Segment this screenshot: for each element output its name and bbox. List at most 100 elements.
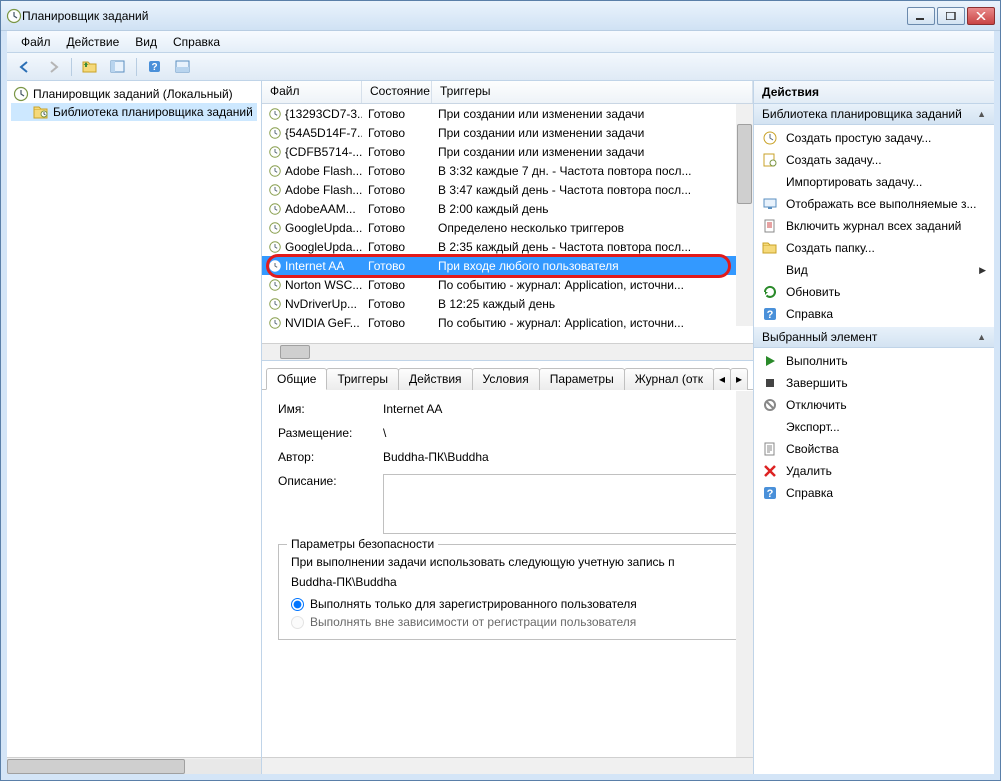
task-trigger: В 3:47 каждый день - Частота повтора пос… xyxy=(432,183,753,197)
menu-view[interactable]: Вид xyxy=(127,33,165,51)
clock-icon xyxy=(13,86,29,102)
tab-general[interactable]: Общие xyxy=(266,368,327,390)
detail-vscrollbar[interactable] xyxy=(736,391,753,757)
radio-logged-only[interactable] xyxy=(291,598,304,611)
task-row[interactable]: {CDFB5714-...ГотовоПри создании или изме… xyxy=(262,142,753,161)
task-state: Готово xyxy=(362,126,432,140)
action-disable[interactable]: Отключить xyxy=(754,394,994,416)
action-help[interactable]: ?Справка xyxy=(754,482,994,504)
action-label: Справка xyxy=(786,486,833,500)
security-text: При выполнении задачи использовать следу… xyxy=(291,555,724,569)
action-log[interactable]: Включить журнал всех заданий xyxy=(754,215,994,237)
task-name: GoogleUpda... xyxy=(285,240,362,254)
action-label: Отключить xyxy=(786,398,847,412)
tree-hscrollbar[interactable] xyxy=(7,757,261,774)
action-new[interactable]: Создать задачу... xyxy=(754,149,994,171)
run-icon xyxy=(762,353,778,369)
menu-file[interactable]: Файл xyxy=(13,33,59,51)
center-pane: Файл Состояние Триггеры {13293CD7-3...Го… xyxy=(262,81,754,774)
tab-conditions[interactable]: Условия xyxy=(472,368,540,390)
task-row[interactable]: NVIDIA GeF...ГотовоПо событию - журнал: … xyxy=(262,313,753,332)
task-name: NVIDIA GeF... xyxy=(285,316,360,330)
library-icon xyxy=(33,104,49,120)
column-file[interactable]: Файл xyxy=(262,81,362,103)
actions-group1-label: Библиотека планировщика заданий xyxy=(762,107,962,121)
tab-scroll-right[interactable]: ▸ xyxy=(730,368,748,390)
action-view[interactable]: Вид▶ xyxy=(754,259,994,281)
column-headers: Файл Состояние Триггеры xyxy=(262,81,753,104)
security-group-title: Параметры безопасности xyxy=(287,537,438,551)
action-run[interactable]: Выполнить xyxy=(754,350,994,372)
task-row[interactable]: Internet AAГотовоПри входе любого пользо… xyxy=(262,256,753,275)
list-hscrollbar[interactable] xyxy=(262,343,753,360)
actions-group2-header[interactable]: Выбранный элемент ▲ xyxy=(754,327,994,348)
tab-triggers[interactable]: Триггеры xyxy=(326,368,399,390)
task-state: Готово xyxy=(362,316,432,330)
tab-settings[interactable]: Параметры xyxy=(539,368,625,390)
tree-pane: Планировщик заданий (Локальный) Библиоте… xyxy=(7,81,262,774)
task-trigger: По событию - журнал: Application, источн… xyxy=(432,278,753,292)
tab-scroll-left[interactable]: ◂ xyxy=(713,368,731,390)
task-name: Internet AA xyxy=(285,259,344,273)
action-stop[interactable]: Завершить xyxy=(754,372,994,394)
task-state: Готово xyxy=(362,107,432,121)
action-label: Справка xyxy=(786,307,833,321)
task-row[interactable]: GoogleUpda...ГотовоОпределено несколько … xyxy=(262,218,753,237)
action-label: Импортировать задачу... xyxy=(786,175,922,189)
task-row[interactable]: NvDriverUp...ГотовоВ 12:25 каждый день xyxy=(262,294,753,313)
tab-actions[interactable]: Действия xyxy=(398,368,473,390)
maximize-button[interactable] xyxy=(937,7,965,25)
view-icon xyxy=(762,262,778,278)
task-row[interactable]: GoogleUpda...ГотовоВ 2:35 каждый день - … xyxy=(262,237,753,256)
action-import[interactable]: Импортировать задачу... xyxy=(754,171,994,193)
action-delete[interactable]: Удалить xyxy=(754,460,994,482)
log-icon xyxy=(762,218,778,234)
task-row[interactable]: Norton WSC...ГотовоПо событию - журнал: … xyxy=(262,275,753,294)
menubar: Файл Действие Вид Справка xyxy=(7,31,994,53)
action-help[interactable]: ? Справка xyxy=(754,303,994,325)
tree-root[interactable]: Планировщик заданий (Локальный) xyxy=(11,85,257,103)
tree-library-label: Библиотека планировщика заданий xyxy=(53,105,253,119)
toolbar-help-button[interactable]: ? xyxy=(143,56,167,78)
chevron-right-icon: ▶ xyxy=(979,265,986,276)
detail-body: Имя: Internet AA Размещение: \ Автор: Bu… xyxy=(262,390,753,757)
task-row[interactable]: {13293CD7-3...ГотовоПри создании или изм… xyxy=(262,104,753,123)
menu-help[interactable]: Справка xyxy=(165,33,228,51)
task-row[interactable]: Adobe Flash...ГотовоВ 3:32 каждые 7 дн. … xyxy=(262,161,753,180)
toolbar-panel-button[interactable] xyxy=(106,56,130,78)
radio-logged-only-label: Выполнять только для зарегистрированного… xyxy=(310,597,637,611)
clock-icon xyxy=(6,8,22,24)
nav-forward-button[interactable] xyxy=(41,56,65,78)
detail-hscrollbar[interactable] xyxy=(262,757,753,774)
list-vscrollbar[interactable] xyxy=(736,104,753,326)
window: Планировщик заданий Файл Действие Вид Сп… xyxy=(0,0,1001,781)
action-folder[interactable]: Создать папку... xyxy=(754,237,994,259)
actions-group2-list: ВыполнитьЗавершить Отключить Экспорт... Сво… xyxy=(754,348,994,506)
help-icon: ? xyxy=(762,306,778,322)
action-refresh[interactable]: Обновить xyxy=(754,281,994,303)
task-trigger: В 3:32 каждые 7 дн. - Частота повтора по… xyxy=(432,164,753,178)
action-wizard[interactable]: Создать простую задачу... xyxy=(754,127,994,149)
column-state[interactable]: Состояние xyxy=(362,81,432,103)
action-export[interactable]: Экспорт... xyxy=(754,416,994,438)
task-row[interactable]: AdobeAAM...ГотовоВ 2:00 каждый день xyxy=(262,199,753,218)
tree-library[interactable]: Библиотека планировщика заданий xyxy=(11,103,257,121)
menu-action[interactable]: Действие xyxy=(59,33,128,51)
task-row[interactable]: Adobe Flash...ГотовоВ 3:47 каждый день -… xyxy=(262,180,753,199)
minimize-button[interactable] xyxy=(907,7,935,25)
action-props[interactable]: Свойства xyxy=(754,438,994,460)
action-label: Экспорт... xyxy=(786,420,840,434)
task-row[interactable]: {54A5D14F-7...ГотовоПри создании или изм… xyxy=(262,123,753,142)
column-triggers[interactable]: Триггеры xyxy=(432,81,753,103)
new-icon xyxy=(762,152,778,168)
tab-history[interactable]: Журнал (отк xyxy=(624,368,714,390)
actions-group1-header[interactable]: Библиотека планировщика заданий ▲ xyxy=(754,104,994,125)
toolbar-folder-button[interactable] xyxy=(78,56,102,78)
toolbar-detail-button[interactable] xyxy=(171,56,195,78)
description-textarea[interactable] xyxy=(383,474,737,534)
task-name: {54A5D14F-7... xyxy=(285,126,362,140)
import-icon xyxy=(762,174,778,190)
nav-back-button[interactable] xyxy=(13,56,37,78)
close-button[interactable] xyxy=(967,7,995,25)
action-display[interactable]: Отображать все выполняемые з... xyxy=(754,193,994,215)
